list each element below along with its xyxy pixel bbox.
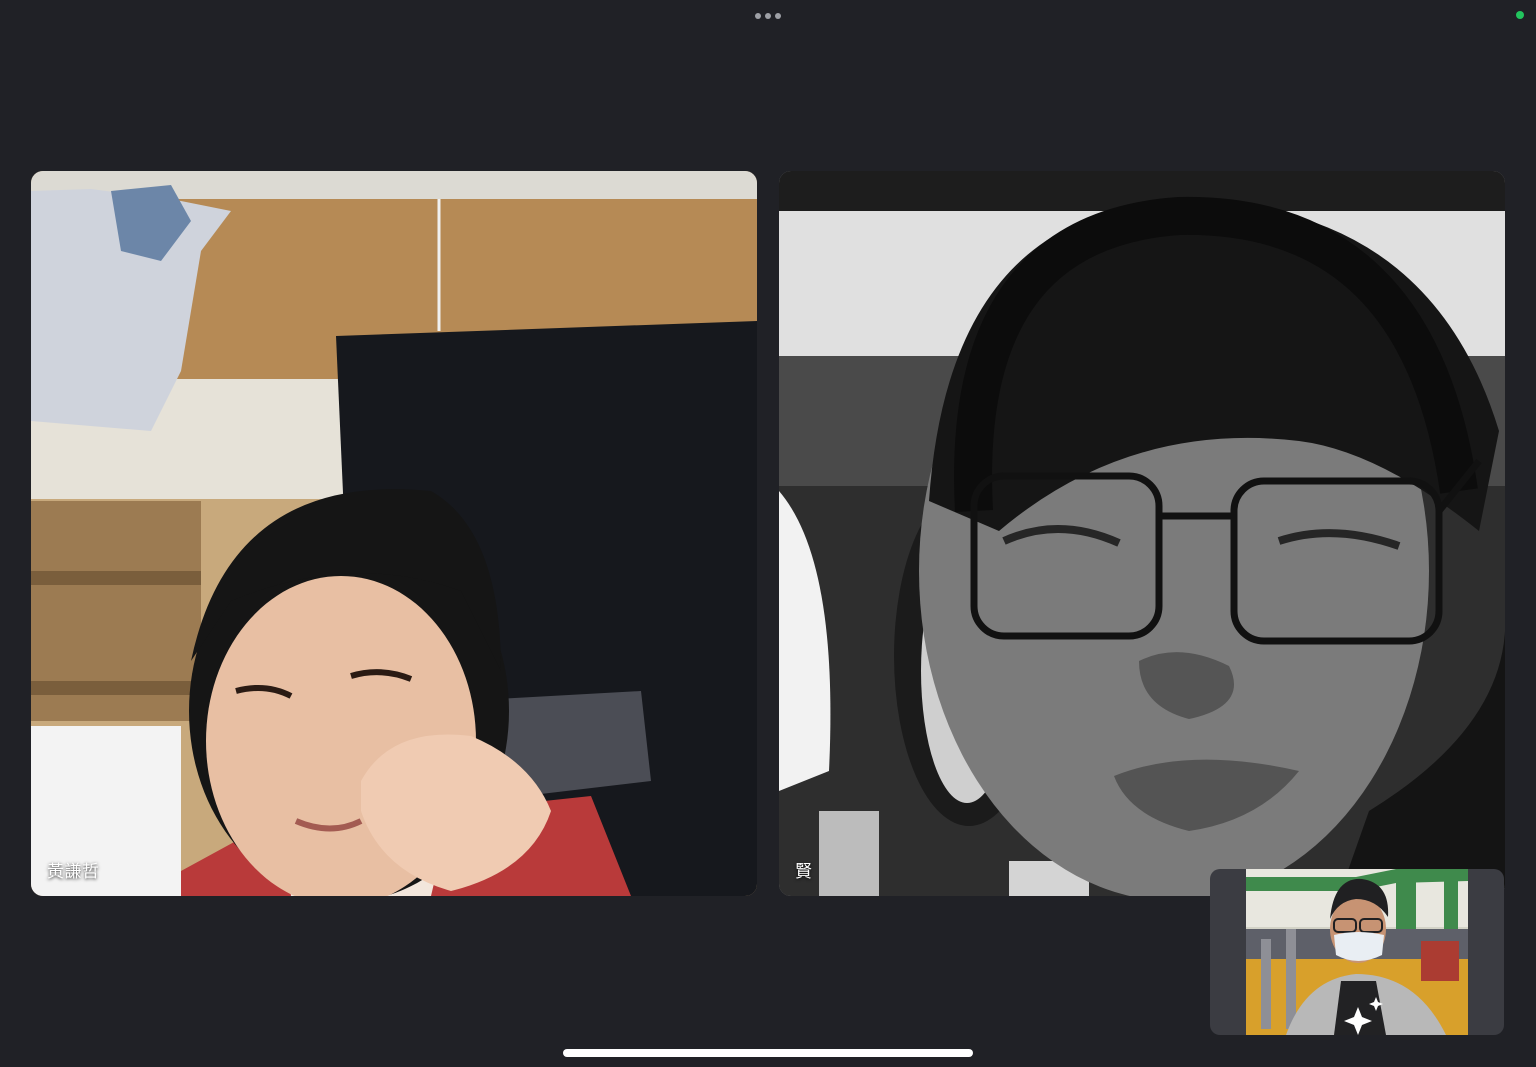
participant-video-feed (779, 171, 1505, 896)
participant-tile-2[interactable]: 賢 (779, 171, 1505, 896)
self-video-feed (1246, 869, 1468, 1035)
self-view-preview[interactable] (1210, 869, 1504, 1035)
participant-tile-1[interactable]: 黃謙哲 (31, 171, 757, 896)
participant-name-label: 賢 (795, 862, 813, 881)
facetime-call-screen: 黃謙哲 賢 (0, 0, 1536, 1067)
ellipsis-icon (765, 13, 771, 19)
ellipsis-icon (775, 13, 781, 19)
more-options-button[interactable] (748, 9, 788, 23)
participant-video-feed (31, 171, 757, 896)
camera-in-use-indicator (1516, 11, 1524, 19)
home-indicator[interactable] (563, 1049, 973, 1057)
ellipsis-icon (755, 13, 761, 19)
participant-name-label: 黃謙哲 (47, 862, 100, 881)
